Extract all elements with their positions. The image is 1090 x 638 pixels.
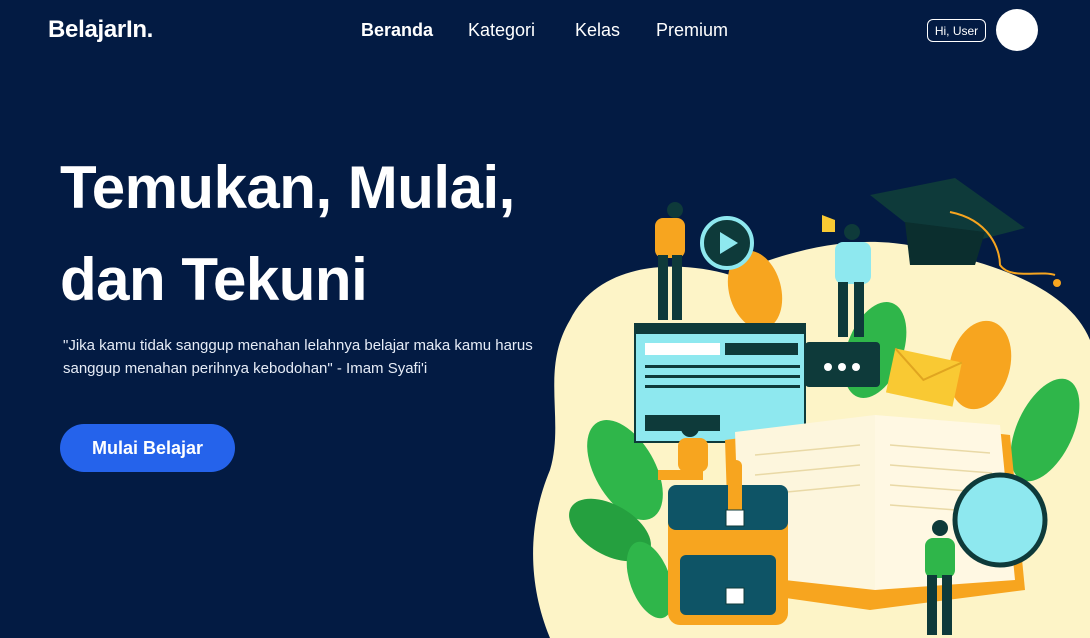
magnifying-glass-icon [952,472,1048,568]
headline-line-1: Temukan, Mulai, [60,154,515,221]
start-learning-button[interactable]: Mulai Belajar [60,424,235,472]
chat-bubble-icon [805,342,880,387]
hero-quote: "Jika kamu tidak sanggup menahan lelahny… [63,337,533,377]
nav-item-beranda[interactable]: Beranda [361,20,433,41]
nav-item-premium[interactable]: Premium [656,20,728,41]
headline-line-2: dan Tekuni [60,246,368,313]
hero-headline: Temukan, Mulai, dan Tekuni [60,142,580,326]
user-avatar[interactable] [996,9,1038,51]
nav-item-kelas[interactable]: Kelas [575,20,620,41]
nav-item-kategori[interactable]: Kategori [468,20,535,41]
browser-window-icon [634,323,806,443]
hero-illustration [533,178,1090,638]
play-button-icon [700,216,754,270]
user-greeting-badge[interactable]: Hi, User [927,19,986,42]
